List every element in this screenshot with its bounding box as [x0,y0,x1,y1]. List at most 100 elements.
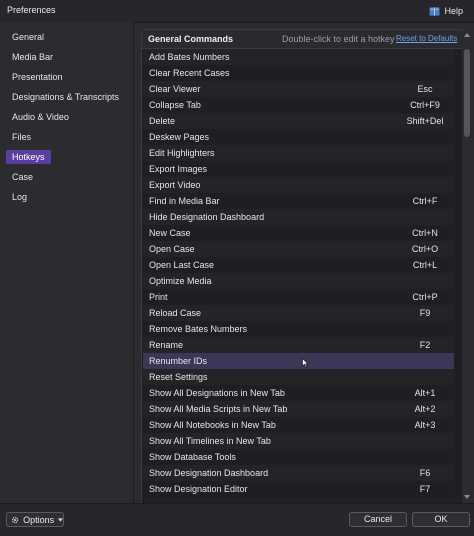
command-name: Reset Settings [149,372,208,382]
window-title: Preferences [7,5,56,15]
hotkey-row[interactable]: Export Video [143,177,454,193]
hotkey-value: Alt+1 [414,388,436,398]
hotkeys-panel: General Commands Double-click to edit a … [141,29,463,505]
command-name: Open Last Case [149,260,215,270]
scroll-up-arrow-icon[interactable] [463,31,471,39]
sidebar-item-case[interactable]: Case [6,170,39,184]
command-name: Hide Designation Dashboard [149,212,265,222]
sidebar-item-hotkeys[interactable]: Hotkeys [6,150,51,164]
section-title: General Commands [148,34,234,44]
hotkey-row[interactable]: Hide Designation Dashboard [143,209,454,225]
command-name: Show Designation Dashboard [149,468,269,478]
hotkey-row[interactable]: Rename F2 [143,337,454,353]
ok-button[interactable]: OK [412,512,470,527]
command-name: Optimize Media [149,276,212,286]
command-name: Export Video [149,180,201,190]
hotkey-value: F7 [419,484,431,494]
sidebar-item-audio-video[interactable]: Audio & Video [6,110,75,124]
gear-icon [11,516,19,523]
hotkey-row[interactable]: Clear Recent Cases [143,65,454,81]
reset-to-defaults-link[interactable]: Reset to Defaults [396,34,457,43]
command-name: New Case [149,228,191,238]
command-name: Show Designation Editor [149,484,248,494]
command-name: Add Bates Numbers [149,52,230,62]
hotkey-value: Shift+Del [406,116,444,126]
hotkey-value: Ctrl+L [412,260,438,270]
hotkey-row[interactable]: Renumber IDs [143,353,454,369]
hotkey-row[interactable]: Clear Viewer Esc [143,81,454,97]
hotkey-row[interactable]: Reload Case F9 [143,305,454,321]
hotkey-value: Alt+2 [414,404,436,414]
command-name: Clear Recent Cases [149,68,230,78]
command-name: Show All Designations in New Tab [149,388,285,398]
caret-down-icon [58,517,63,522]
command-name: Delete [149,116,176,126]
title-bar: Preferences Help [0,0,474,23]
command-name: Open Case [149,244,195,254]
scroll-down-arrow-icon[interactable] [463,493,471,501]
hotkey-row[interactable]: Export Images [143,161,454,177]
book-icon [429,6,441,16]
hotkey-value: Ctrl+F [412,196,438,206]
hotkey-row[interactable]: Open Case Ctrl+O [143,241,454,257]
command-name: Edit Highlighters [149,148,215,158]
sidebar-item-media-bar[interactable]: Media Bar [6,50,59,64]
hotkey-value: F9 [419,308,431,318]
options-button[interactable]: Options [6,512,64,527]
options-label: Options [23,514,55,525]
command-name: Rename [149,340,184,350]
scrollbar-thumb[interactable] [464,49,470,137]
sidebar-item-presentation[interactable]: Presentation [6,70,69,84]
sidebar-item-files[interactable]: Files [6,130,37,144]
hotkey-row[interactable]: Show Designation Dashboard F6 [143,465,454,481]
hotkey-row[interactable]: Show Designation Editor F7 [143,481,454,497]
command-name: Show Database Tools [149,452,236,462]
hotkey-row[interactable]: Print Ctrl+P [143,289,454,305]
command-name: Deskew Pages [149,132,210,142]
command-name: Renumber IDs [149,356,208,366]
command-name: Reload Case [149,308,202,318]
hotkey-row[interactable]: Open Last Case Ctrl+L [143,257,454,273]
edit-hint: Double-click to edit a hotkey [282,34,395,44]
hotkey-row[interactable]: Deskew Pages [143,129,454,145]
sidebar-item-log[interactable]: Log [6,190,33,204]
hotkey-row[interactable]: Show All Timelines in New Tab [143,433,454,449]
hotkey-row[interactable]: Show All Media Scripts in New Tab Alt+2 [143,401,454,417]
hotkey-value: Alt+3 [414,420,436,430]
help-label: Help [444,6,463,16]
hotkey-row[interactable]: Find in Media Bar Ctrl+F [143,193,454,209]
dialog-footer: Options Cancel OK [0,503,474,536]
hotkey-row[interactable]: Collapse Tab Ctrl+F9 [143,97,454,113]
sidebar-item-designations-transcripts[interactable]: Designations & Transcripts [6,90,125,104]
hotkey-row[interactable]: Show Database Tools [143,449,454,465]
hotkey-row[interactable]: Optimize Media [143,273,454,289]
command-name: Show All Media Scripts in New Tab [149,404,288,414]
hotkey-row[interactable]: Edit Highlighters [143,145,454,161]
command-name: Remove Bates Numbers [149,324,248,334]
panel-header: General Commands Double-click to edit a … [142,30,462,49]
help-button[interactable]: Help [429,4,463,18]
hotkey-row[interactable]: Show All Designations in New Tab Alt+1 [143,385,454,401]
mouse-cursor-icon [302,358,309,368]
cancel-button[interactable]: Cancel [349,512,407,527]
command-name: Export Images [149,164,208,174]
hotkey-value: F6 [419,468,431,478]
hotkey-row[interactable]: Reset Settings [143,369,454,385]
command-name: Clear Viewer [149,84,201,94]
command-name: Find in Media Bar [149,196,220,206]
sidebar-item-general[interactable]: General [6,30,50,44]
vertical-scrollbar[interactable] [462,29,472,503]
hotkey-row[interactable]: New Case Ctrl+N [143,225,454,241]
hotkey-row[interactable]: Delete Shift+Del [143,113,454,129]
command-name: Show All Timelines in New Tab [149,436,271,446]
hotkey-row[interactable]: Show All Notebooks in New Tab Alt+3 [143,417,454,433]
command-name: Show All Notebooks in New Tab [149,420,276,430]
hotkey-value: F2 [419,340,431,350]
hotkey-value: Ctrl+F9 [410,100,440,110]
hotkey-row[interactable]: Add Bates Numbers [143,49,454,65]
command-name: Collapse Tab [149,100,201,110]
hotkey-value: Ctrl+P [412,292,438,302]
hotkey-row[interactable]: Remove Bates Numbers [143,321,454,337]
hotkey-value: Esc [417,84,433,94]
preferences-sidebar: General Media Bar Presentation Designati… [0,22,134,503]
